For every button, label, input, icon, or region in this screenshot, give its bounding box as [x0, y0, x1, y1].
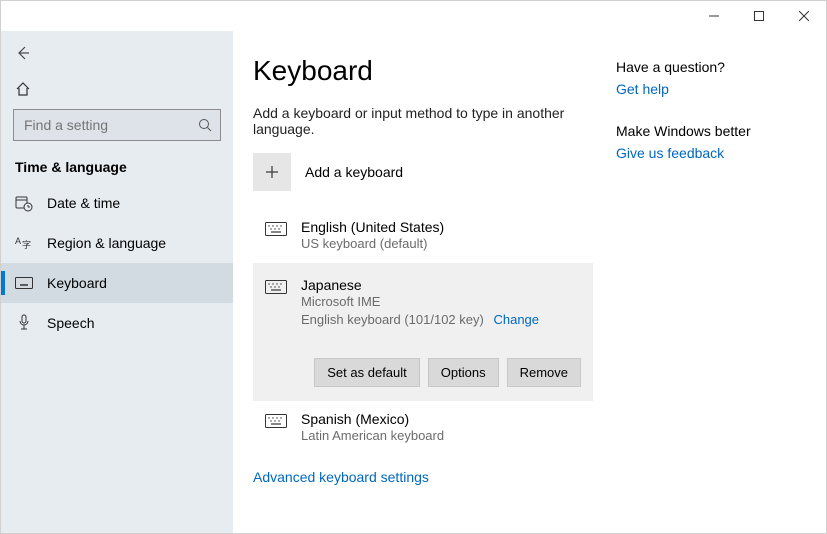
sidebar-item-date-time[interactable]: Date & time [1, 183, 233, 223]
keyboard-layout-text: English keyboard (101/102 key) [301, 312, 484, 327]
keyboard-actions: Set as default Options Remove [265, 358, 581, 387]
keyboard-item-japanese[interactable]: Japanese Microsoft IME English keyboard … [253, 263, 593, 400]
sidebar-item-keyboard[interactable]: Keyboard [1, 263, 233, 303]
add-keyboard-row[interactable]: Add a keyboard [253, 153, 596, 191]
keyboard-icon [265, 279, 287, 295]
keyboard-sub: US keyboard (default) [301, 235, 444, 253]
feedback-heading: Make Windows better [616, 123, 796, 139]
options-button[interactable]: Options [428, 358, 499, 387]
calendar-clock-icon [15, 194, 33, 212]
nav-label: Speech [47, 315, 94, 331]
keyboard-item-spanish[interactable]: Spanish (Mexico) Latin American keyboard [253, 401, 596, 455]
keyboard-title: English (United States) [301, 219, 444, 235]
svg-text:字: 字 [22, 239, 31, 250]
feedback-link[interactable]: Give us feedback [616, 145, 796, 161]
titlebar [1, 1, 826, 31]
maximize-button[interactable] [736, 1, 781, 31]
sidebar-item-speech[interactable]: Speech [1, 303, 233, 343]
page-title: Keyboard [253, 55, 596, 87]
sidebar: Time & language Date & time A字 Region & … [1, 31, 233, 533]
search-wrap [13, 109, 221, 141]
sidebar-section-header: Time & language [1, 149, 233, 183]
change-link[interactable]: Change [493, 312, 539, 327]
minimize-button[interactable] [691, 1, 736, 31]
page-subtitle: Add a keyboard or input method to type i… [253, 105, 596, 137]
search-input[interactable] [22, 116, 182, 134]
help-heading: Have a question? [616, 59, 796, 75]
sidebar-item-region-language[interactable]: A字 Region & language [1, 223, 233, 263]
plus-icon [253, 153, 291, 191]
language-icon: A字 [15, 234, 33, 252]
app-container: Time & language Date & time A字 Region & … [1, 31, 826, 533]
get-help-link[interactable]: Get help [616, 81, 796, 97]
nav-label: Date & time [47, 195, 120, 211]
svg-text:A: A [15, 236, 21, 246]
keyboard-layout-line: English keyboard (101/102 key) Change [301, 311, 539, 329]
search-icon [198, 118, 212, 132]
keyboard-title: Japanese [301, 277, 539, 293]
close-button[interactable] [781, 1, 826, 31]
keyboard-sub: Latin American keyboard [301, 427, 444, 445]
search-box[interactable] [13, 109, 221, 141]
keyboard-icon [15, 274, 33, 292]
microphone-icon [15, 314, 33, 332]
keyboard-sub: Microsoft IME [301, 293, 539, 311]
keyboard-icon [265, 221, 287, 237]
aside: Have a question? Get help Make Windows b… [616, 55, 796, 533]
remove-button[interactable]: Remove [507, 358, 581, 387]
add-keyboard-label: Add a keyboard [305, 164, 403, 180]
keyboard-title: Spanish (Mexico) [301, 411, 444, 427]
home-button[interactable] [1, 71, 233, 107]
nav-label: Region & language [47, 235, 166, 251]
main: Keyboard Add a keyboard or input method … [233, 31, 826, 533]
keyboard-icon [265, 413, 287, 429]
set-default-button[interactable]: Set as default [314, 358, 420, 387]
advanced-settings-link[interactable]: Advanced keyboard settings [253, 469, 429, 485]
nav-label: Keyboard [47, 275, 107, 291]
content: Keyboard Add a keyboard or input method … [253, 55, 596, 533]
keyboard-item-english[interactable]: English (United States) US keyboard (def… [253, 209, 596, 263]
back-button[interactable] [1, 35, 45, 71]
